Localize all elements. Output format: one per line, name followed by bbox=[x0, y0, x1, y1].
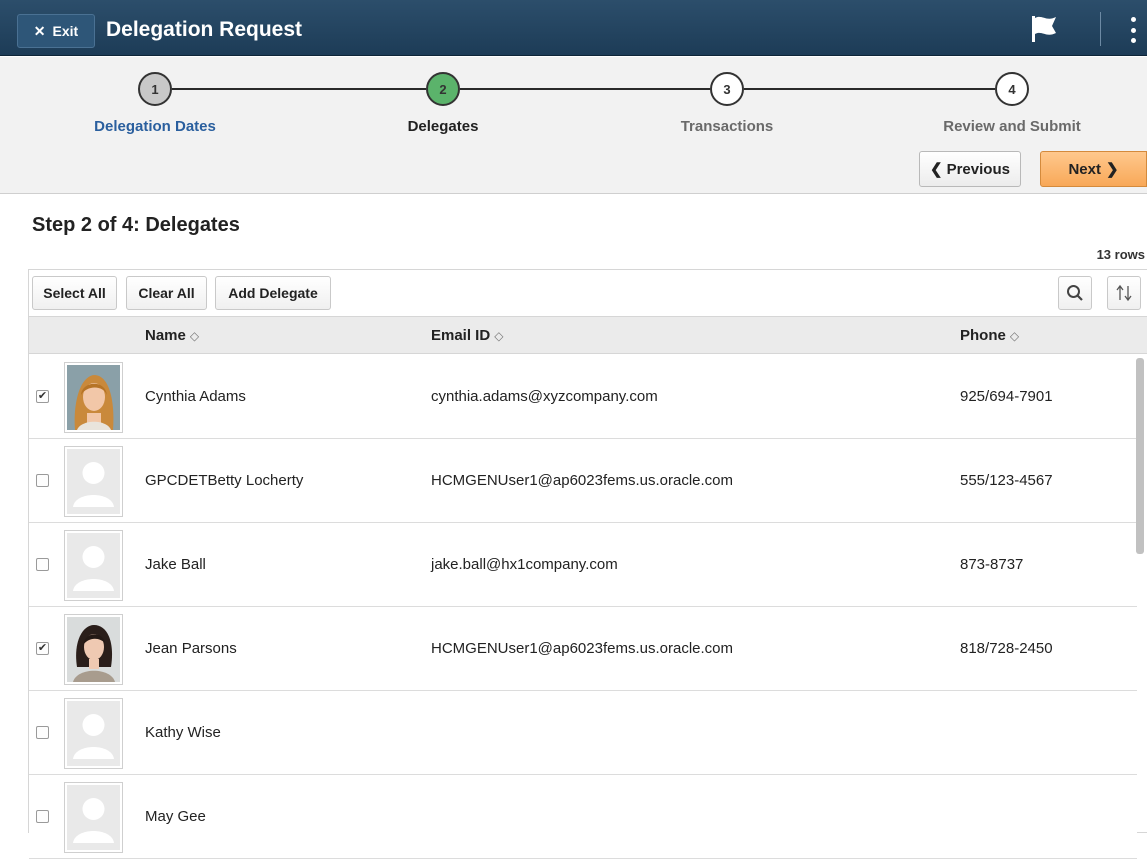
step-2-circle[interactable]: 2 bbox=[426, 72, 460, 106]
clear-all-button[interactable]: Clear All bbox=[126, 276, 207, 310]
actions-menu-icon[interactable] bbox=[1126, 14, 1140, 46]
column-headers: Name ◇ Email ID ◇ Phone ◇ bbox=[29, 317, 1147, 354]
delegate-phone: 873-8737 bbox=[960, 556, 1024, 573]
delegate-name: Kathy Wise bbox=[145, 724, 221, 741]
header-divider bbox=[1100, 12, 1101, 46]
train-connector bbox=[460, 88, 710, 90]
exit-label: Exit bbox=[52, 23, 79, 39]
rows-count: 13 rows bbox=[1096, 247, 1145, 262]
train-connector bbox=[744, 88, 995, 90]
avatar bbox=[64, 614, 123, 685]
avatar-placeholder-icon bbox=[64, 446, 123, 517]
step-3-label[interactable]: Transactions bbox=[627, 118, 827, 135]
avatar-placeholder-icon bbox=[64, 530, 123, 601]
row-checkbox[interactable] bbox=[36, 810, 49, 823]
step-1-label[interactable]: Delegation Dates bbox=[55, 118, 255, 135]
avatar-placeholder-icon bbox=[64, 782, 123, 853]
row-checkbox[interactable]: ✔ bbox=[36, 642, 49, 655]
delegate-name: GPCDETBetty Locherty bbox=[145, 472, 304, 489]
table-row[interactable]: Jake Ball jake.ball@hx1company.com 873-873… bbox=[29, 523, 1137, 607]
table-row[interactable]: Kathy Wise bbox=[29, 691, 1137, 775]
phone-column-header[interactable]: Phone ◇ bbox=[960, 327, 1019, 344]
step-4-circle[interactable]: 4 bbox=[995, 72, 1029, 106]
avatar bbox=[64, 362, 123, 433]
row-checkbox[interactable]: ✔ bbox=[36, 390, 49, 403]
delegate-email: HCMGENUser1@ap6023fems.us.oracle.com bbox=[431, 472, 733, 489]
previous-button[interactable]: ❮ Previous bbox=[919, 151, 1021, 187]
name-column-header[interactable]: Name ◇ bbox=[145, 327, 199, 344]
vertical-scrollbar[interactable] bbox=[1136, 358, 1144, 554]
delegate-name: Jake Ball bbox=[145, 556, 206, 573]
delegate-email: HCMGENUser1@ap6023fems.us.oracle.com bbox=[431, 640, 733, 657]
sort-icon[interactable] bbox=[1107, 276, 1141, 310]
grid-toolbar: Select All Clear All Add Delegate bbox=[29, 270, 1147, 317]
step-heading: Step 2 of 4: Delegates bbox=[32, 214, 240, 236]
delegate-name: Cynthia Adams bbox=[145, 388, 246, 405]
chevron-right-icon: ❯ bbox=[1105, 161, 1119, 178]
add-delegate-button[interactable]: Add Delegate bbox=[215, 276, 331, 310]
search-icon[interactable] bbox=[1058, 276, 1092, 310]
delegate-name: Jean Parsons bbox=[145, 640, 237, 657]
delegate-email: jake.ball@hx1company.com bbox=[431, 556, 618, 573]
delegates-grid: Select All Clear All Add Delegate Name ◇ … bbox=[28, 269, 1147, 859]
flag-icon[interactable] bbox=[1028, 14, 1060, 44]
sort-arrows-icon: ◇ bbox=[494, 329, 504, 343]
train-connector bbox=[172, 88, 426, 90]
email-column-header[interactable]: Email ID ◇ bbox=[431, 327, 503, 344]
table-row[interactable]: GPCDETBetty Locherty HCMGENUser1@ap6023fe… bbox=[29, 439, 1137, 523]
exit-button[interactable]: ✕ Exit bbox=[17, 14, 95, 48]
app-header: ✕ Exit Delegation Request bbox=[0, 0, 1147, 56]
delegate-email: cynthia.adams@xyzcompany.com bbox=[431, 388, 658, 405]
step-4-label[interactable]: Review and Submit bbox=[912, 118, 1112, 135]
avatar-placeholder-icon bbox=[64, 698, 123, 769]
delegate-phone: 818/728-2450 bbox=[960, 640, 1053, 657]
table-row[interactable]: May Gee bbox=[29, 775, 1137, 859]
select-all-button[interactable]: Select All bbox=[32, 276, 117, 310]
step-2-label[interactable]: Delegates bbox=[343, 118, 543, 135]
chevron-left-icon: ❮ bbox=[930, 161, 943, 178]
close-icon: ✕ bbox=[33, 22, 46, 39]
row-checkbox[interactable] bbox=[36, 474, 49, 487]
table-row[interactable]: ✔ Cynthia Adams cynthia.adams@xyzcompany.c… bbox=[29, 355, 1137, 439]
step-3-circle[interactable]: 3 bbox=[710, 72, 744, 106]
sort-arrows-icon: ◇ bbox=[189, 329, 200, 343]
step-1-circle[interactable]: 1 bbox=[138, 72, 172, 106]
delegate-name: May Gee bbox=[145, 808, 206, 825]
row-checkbox[interactable] bbox=[36, 726, 49, 739]
next-button[interactable]: Next ❯ bbox=[1040, 151, 1147, 187]
step-train: 1 2 3 4 Delegation Dates Delegates Trans… bbox=[0, 57, 1147, 194]
row-checkbox[interactable] bbox=[36, 558, 49, 571]
table-row[interactable]: ✔ Jean Parsons HCMGENUser1@ap6023fems.us.o… bbox=[29, 607, 1137, 691]
delegate-phone: 555/123-4567 bbox=[960, 472, 1053, 489]
sort-arrows-icon: ◇ bbox=[1009, 329, 1020, 343]
delegate-phone: 925/694-7901 bbox=[960, 388, 1053, 405]
page-title: Delegation Request bbox=[106, 18, 303, 41]
